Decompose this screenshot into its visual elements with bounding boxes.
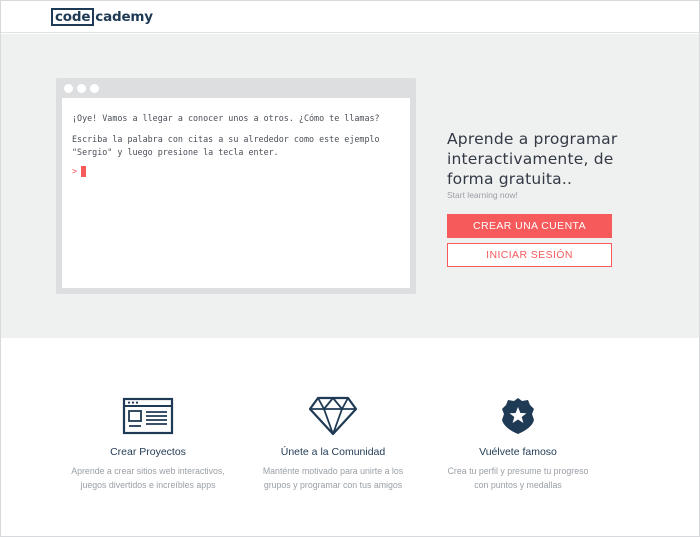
terminal-console[interactable]: ¡Oye! Vamos a llegar a conocer unos a ot…	[62, 98, 410, 288]
terminal-instruction-line1: Escriba la palabra con citas a su alrede…	[72, 134, 380, 144]
sign-in-button[interactable]: INICIAR SESIÓN	[447, 243, 612, 267]
feature-title: Únete a la Comunidad	[280, 446, 386, 458]
logo-rest-text: cademy	[95, 9, 153, 25]
create-account-button[interactable]: CREAR UNA CUENTA	[447, 214, 612, 238]
signup-pitch: Aprende a programar interactivamente, de…	[447, 129, 647, 200]
logo-boxed-text: code	[51, 8, 95, 26]
window-dot-icon	[90, 84, 99, 93]
window-dot-icon	[64, 84, 73, 93]
text-cursor	[81, 166, 87, 177]
prompt-symbol: >	[72, 166, 78, 176]
feature-title: Crear Proyectos	[110, 446, 186, 458]
feature-become-famous: Vuélvete famoso Crea tu perfil y presume…	[428, 396, 608, 492]
feature-description: Aprende a crear sitios web interactivos,…	[71, 466, 225, 490]
site-header: code cademy	[1, 1, 699, 33]
feature-title: Vuélvete famoso	[479, 446, 557, 458]
terminal-window: ¡Oye! Vamos a llegar a conocer unos a ot…	[56, 78, 416, 294]
feature-description: Crea tu perfil y presume tu progreso con…	[447, 466, 589, 490]
feature-description: Manténte motivado para unirte a los grup…	[262, 466, 404, 490]
badge-star-icon	[488, 396, 548, 436]
codecademy-logo[interactable]: code cademy	[51, 8, 153, 26]
feature-create-projects: Crear Proyectos Aprende a crear sitios w…	[58, 396, 238, 492]
diamond-icon	[303, 396, 363, 436]
features-section: Crear Proyectos Aprende a crear sitios w…	[1, 338, 699, 535]
terminal-prompt[interactable]: >	[72, 165, 400, 178]
feature-join-community: Únete a la Comunidad Manténte motivado p…	[243, 396, 423, 492]
hero-headline: Aprende a programar interactivamente, de…	[447, 130, 618, 188]
browser-window-icon	[118, 396, 178, 436]
hero-section: ¡Oye! Vamos a llegar a conocer unos a ot…	[1, 34, 699, 338]
window-dot-icon	[77, 84, 86, 93]
hero-subline: Start learning now!	[447, 190, 518, 200]
terminal-instruction-line2: "Sergio" y luego presione la tecla enter…	[72, 147, 279, 157]
terminal-question: ¡Oye! Vamos a llegar a conocer unos a ot…	[72, 113, 380, 123]
